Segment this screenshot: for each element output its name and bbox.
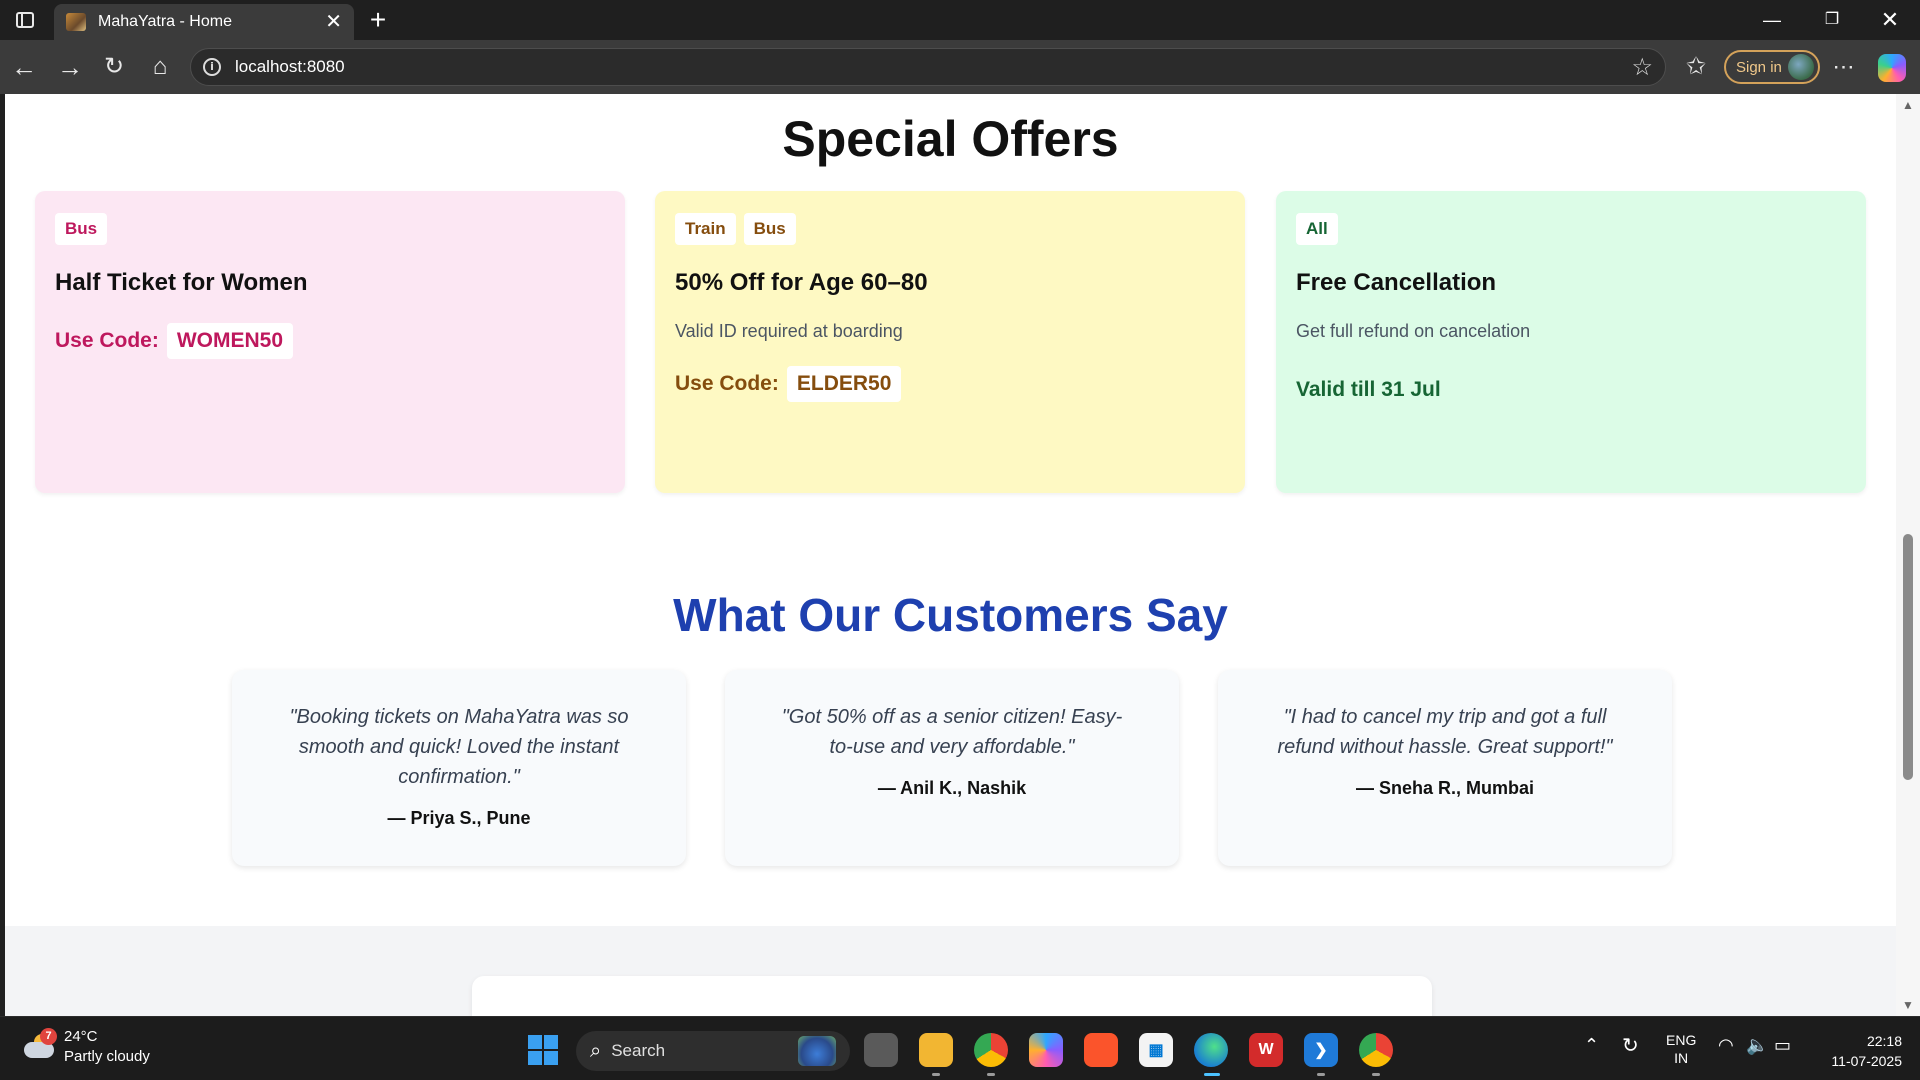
weather-badge: 7 (40, 1028, 57, 1045)
chrome-icon[interactable] (974, 1033, 1008, 1067)
testimonial-author: — Priya S., Pune (387, 808, 531, 828)
next-section-card (472, 976, 1432, 1016)
offer-card-women: Bus Half Ticket for Women Use Code: WOME… (35, 191, 625, 493)
taskbar-search[interactable]: ⌕ Search (576, 1031, 850, 1071)
offer-tag: Bus (55, 213, 108, 245)
task-view-icon[interactable] (864, 1033, 898, 1067)
testimonial-quote: "Booking tickets on MahaYatra was so smo… (289, 706, 629, 788)
code-label: Use Code: (55, 329, 159, 352)
offer-description: Valid ID required at boarding (675, 321, 903, 341)
page-viewport: Special Offers Bus Half Ticket for Women… (5, 94, 1896, 1016)
star-icon[interactable]: ☆ (1631, 53, 1653, 82)
scrollbar-thumb[interactable] (1903, 534, 1913, 780)
partly-cloudy-icon: 7 (22, 1028, 57, 1062)
search-icon: ⌕ (590, 1039, 602, 1062)
minimize-icon[interactable]: — (1750, 6, 1794, 34)
region-code: IN (1674, 1050, 1689, 1066)
back-icon[interactable]: ← (6, 50, 42, 84)
testimonial-card: "Got 50% off as a senior citizen! Easy-t… (725, 670, 1179, 866)
testimonial-quote: "Got 50% off as a senior citizen! Easy-t… (781, 706, 1123, 758)
clock-date: 11-07-2025 (1831, 1053, 1902, 1069)
wifi-icon[interactable]: ◠ (1718, 1035, 1734, 1056)
page-scrollbar[interactable]: ▲ ▼ (1896, 94, 1920, 1016)
tab-title: MahaYatra - Home (98, 13, 232, 30)
search-highlight-icon (798, 1036, 836, 1066)
promo-code[interactable]: ELDER50 (786, 366, 902, 402)
more-icon[interactable]: ⋯ (1826, 50, 1862, 84)
windows-start-icon[interactable] (528, 1035, 558, 1065)
code-label: Use Code: (675, 372, 779, 395)
testimonial-card: "I had to cancel my trip and got a full … (1218, 670, 1672, 866)
testimonial-card: "Booking tickets on MahaYatra was so smo… (232, 670, 686, 866)
scroll-up-icon[interactable]: ▲ (1902, 98, 1914, 112)
testimonials-heading: What Our Customers Say (673, 589, 1228, 641)
offer-description: Get full refund on cancelation (1296, 321, 1531, 341)
promo-code[interactable]: WOMEN50 (166, 323, 294, 359)
offer-card-cancellation: All Free Cancellation Get full refund on… (1276, 191, 1866, 493)
info-icon[interactable]: i (203, 58, 221, 76)
testimonial-author: — Sneha R., Mumbai (1355, 778, 1535, 798)
weather-widget[interactable]: 7 24°C Partly cloudy (22, 1027, 150, 1067)
offer-title: Free Cancellation (1296, 269, 1497, 296)
vscode-icon[interactable]: ❯ (1304, 1033, 1338, 1067)
testimonial-quote: "I had to cancel my trip and got a full … (1277, 706, 1613, 758)
file-explorer-icon[interactable] (919, 1033, 953, 1067)
clock[interactable]: 22:18 11-07-2025 (1818, 1031, 1902, 1071)
offer-title: Half Ticket for Women (55, 269, 308, 296)
offers-heading: Special Offers (782, 111, 1119, 167)
copilot-app-icon[interactable] (1029, 1033, 1063, 1067)
home-icon[interactable]: ⌂ (142, 50, 178, 84)
avatar (1788, 54, 1814, 80)
microsoft-store-icon[interactable]: ▦ (1139, 1033, 1173, 1067)
testimonial-author: — Anil K., Nashik (877, 778, 1027, 798)
scroll-down-icon[interactable]: ▼ (1902, 998, 1914, 1012)
chevron-up-icon[interactable]: ⌃ (1584, 1035, 1599, 1056)
close-window-icon[interactable]: ✕ (1868, 6, 1912, 34)
favorites-icon[interactable]: ✩ (1678, 50, 1714, 84)
sidebar-icon[interactable] (12, 8, 38, 32)
weather-description: Partly cloudy (64, 1048, 150, 1065)
sync-icon[interactable]: ↻ (1622, 1033, 1639, 1058)
favicon-icon (66, 13, 86, 31)
volume-icon[interactable]: 🔈 (1746, 1035, 1768, 1056)
edge-icon[interactable] (1194, 1033, 1228, 1067)
sign-in-button[interactable]: Sign in (1724, 50, 1820, 84)
new-tab-button[interactable]: + (364, 6, 392, 34)
reload-icon[interactable]: ↻ (96, 50, 132, 84)
weather-temperature: 24°C (64, 1028, 98, 1045)
windows-taskbar: 7 24°C Partly cloudy ⌕ Search ▦ W ❯ ⌃ ↻ … (0, 1016, 1920, 1080)
forward-icon[interactable]: → (52, 50, 88, 84)
browser-titlebar: MahaYatra - Home ✕ + — ❐ ✕ (0, 0, 1920, 40)
brave-icon[interactable] (1084, 1033, 1118, 1067)
search-label: Search (611, 1041, 666, 1060)
offer-tag: All (1296, 213, 1338, 245)
copilot-icon[interactable] (1878, 54, 1906, 82)
address-text[interactable]: localhost:8080 (235, 57, 1631, 77)
chrome-canary-icon[interactable] (1359, 1033, 1393, 1067)
clock-time: 22:18 (1866, 1033, 1902, 1049)
wps-office-icon[interactable]: W (1249, 1033, 1283, 1067)
browser-tab[interactable]: MahaYatra - Home ✕ (54, 4, 354, 40)
language-indicator[interactable]: ENG IN (1666, 1031, 1696, 1067)
offer-title: 50% Off for Age 60–80 (675, 269, 928, 296)
sign-in-label: Sign in (1736, 58, 1782, 76)
offer-validity: Valid till 31 Jul (1296, 378, 1441, 401)
restore-icon[interactable]: ❐ (1810, 6, 1854, 34)
address-bar[interactable]: i localhost:8080 ☆ (190, 48, 1666, 86)
browser-toolbar: ← → ↻ ⌂ i localhost:8080 ☆ ✩ Sign in ⋯ (0, 40, 1920, 94)
language-code: ENG (1666, 1032, 1697, 1048)
tab-close-icon[interactable]: ✕ (325, 12, 342, 32)
offer-card-senior: Train Bus 50% Off for Age 60–80 Valid ID… (655, 191, 1245, 493)
battery-icon[interactable]: ▭ (1774, 1035, 1791, 1056)
offer-tag: Bus (743, 213, 796, 245)
offer-tag: Train (675, 213, 736, 245)
